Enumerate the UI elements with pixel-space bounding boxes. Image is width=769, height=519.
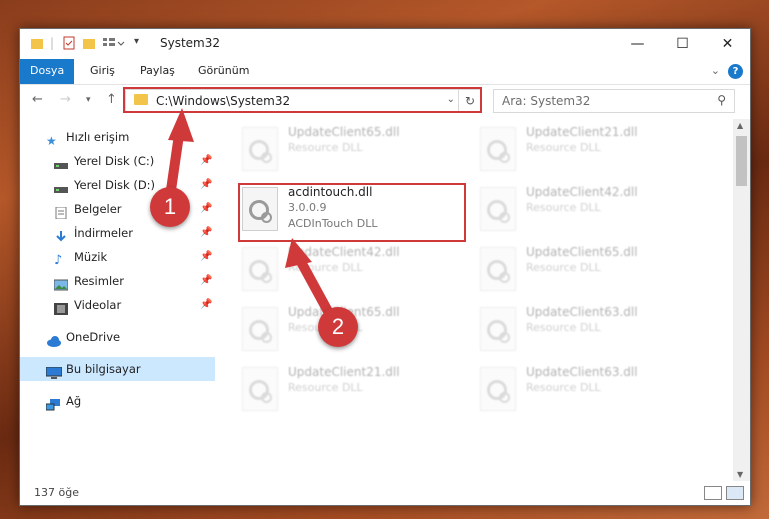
step-2-badge: 2 [318,307,358,347]
step-1-badge: 1 [150,187,190,227]
annotation-arrows [166,108,335,320]
